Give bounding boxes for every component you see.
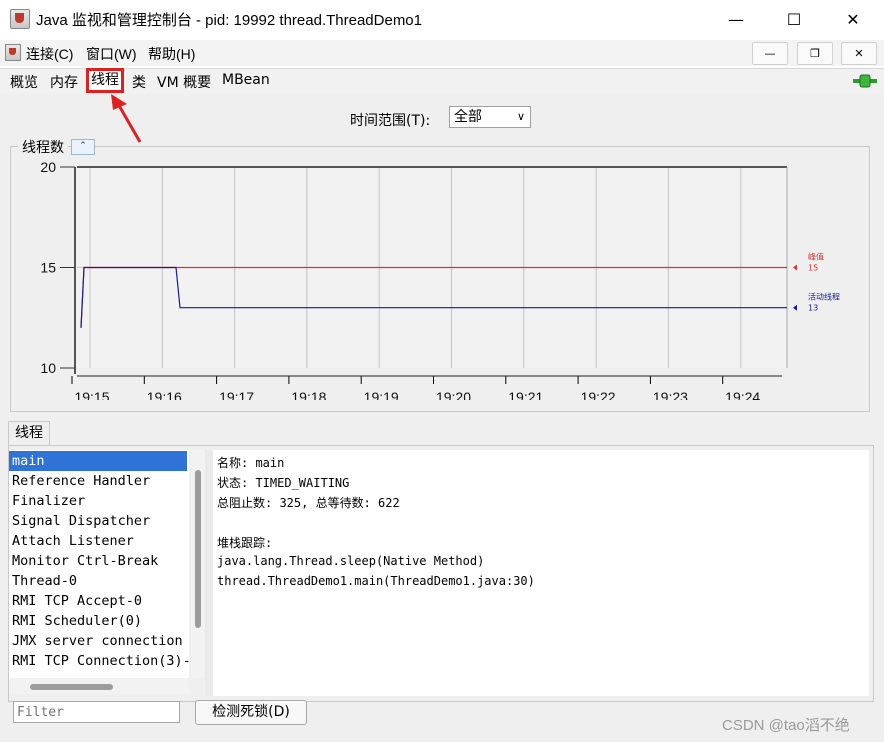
series-name: 峰值	[808, 252, 824, 262]
thread-list-item[interactable]: Signal Dispatcher	[9, 511, 187, 531]
inner-restore-button[interactable]: ❐	[797, 42, 833, 65]
connection-icon	[853, 74, 877, 88]
java-app-icon	[10, 9, 30, 29]
filter-input[interactable]	[13, 701, 180, 723]
x-tick-label: 19:18	[291, 389, 326, 400]
tab-vm-summary[interactable]: VM 概要	[157, 72, 211, 92]
thread-list-item[interactable]: Attach Listener	[9, 531, 187, 551]
stack-frame: thread.ThreadDemo1.main(ThreadDemo1.java…	[217, 574, 535, 588]
x-tick-label: 19:17	[219, 389, 254, 400]
thread-list-item[interactable]: RMI TCP Accept-0	[9, 591, 187, 611]
window-title: Java 监视和管理控制台 - pid: 19992 thread.Thread…	[36, 12, 422, 29]
tab-memory[interactable]: 内存	[50, 72, 78, 92]
minimize-button[interactable]: —	[707, 0, 765, 38]
thread-list-item[interactable]: Reference Handler	[9, 471, 187, 491]
x-tick-label: 19:21	[508, 389, 543, 400]
time-range-label: 时间范围(T):	[350, 113, 431, 129]
thread-list[interactable]: main Reference Handler Finalizer Signal Dis…	[9, 450, 189, 678]
series-marker	[793, 304, 797, 311]
tab-classes[interactable]: 类	[132, 72, 146, 92]
x-tick-label: 19:15	[74, 389, 109, 400]
thread-list-vscroll-thumb[interactable]	[195, 470, 201, 628]
y-tick-label: 20	[40, 159, 56, 175]
series-marker	[793, 264, 797, 271]
y-tick-label: 15	[40, 260, 56, 276]
thread-list-item[interactable]: main	[9, 451, 187, 471]
thread-counts: 总阻止数: 325, 总等待数: 622	[217, 496, 400, 510]
time-range-select[interactable]: 全部 ∨	[449, 106, 531, 128]
split-pane-divider[interactable]	[205, 450, 213, 696]
thread-list-item[interactable]: Thread-0	[9, 571, 187, 591]
threads-subtab[interactable]: 线程	[8, 421, 50, 446]
chevron-down-icon: ∨	[516, 110, 525, 123]
thread-detail-panel: 名称: main 状态: TIMED_WAITING 总阻止数: 325, 总等…	[213, 450, 869, 696]
thread-list-item[interactable]: RMI TCP Connection(3)-	[9, 651, 189, 671]
x-tick-label: 19:24	[725, 389, 760, 400]
thread-list-item[interactable]: Monitor Ctrl-Break	[9, 551, 187, 571]
thread-list-item[interactable]: RMI Scheduler(0)	[9, 611, 187, 631]
thread-count-chart: 19:15 19:16 19:17 19:18 19:19 19:20 19:21 19:22…	[40, 159, 840, 400]
menu-connect[interactable]: 连接(C)	[26, 44, 73, 64]
java-menu-icon[interactable]	[5, 44, 21, 61]
stack-trace-label: 堆栈跟踪:	[217, 536, 273, 550]
inner-minimize-button[interactable]: —	[752, 42, 788, 65]
detect-deadlock-button[interactable]: 检测死锁(D)	[195, 700, 307, 725]
thread-list-item[interactable]: Finalizer	[9, 491, 187, 511]
thread-state: 状态: TIMED_WAITING	[217, 476, 350, 490]
thread-name: 名称: main	[217, 456, 285, 470]
x-tick-label: 19:20	[436, 389, 471, 400]
tab-threads[interactable]: 线程	[86, 68, 124, 93]
series-value: 13	[808, 304, 818, 313]
x-tick-label: 19:23	[653, 389, 688, 400]
tab-mbean[interactable]: MBean	[222, 72, 270, 88]
series-name: 活动线程	[808, 292, 840, 302]
thread-list-hscroll-thumb[interactable]	[30, 684, 113, 690]
menu-help[interactable]: 帮助(H)	[148, 44, 195, 64]
maximize-button[interactable]: ☐	[765, 0, 823, 38]
x-tick-label: 19:22	[581, 389, 616, 400]
watermark: CSDN @tao滔不绝	[722, 717, 850, 734]
tab-overview[interactable]: 概览	[10, 72, 38, 92]
x-tick-label: 19:19	[364, 389, 399, 400]
time-range-value: 全部	[454, 109, 482, 125]
inner-close-button[interactable]: ✕	[841, 42, 877, 65]
thread-list-item[interactable]: JMX server connection	[9, 631, 187, 651]
y-tick-label: 10	[40, 360, 56, 376]
x-tick-label: 19:16	[147, 389, 182, 400]
menu-window[interactable]: 窗口(W)	[86, 44, 137, 64]
annotation-arrow	[111, 94, 142, 143]
close-button[interactable]: ✕	[824, 0, 882, 38]
series-value: 15	[808, 264, 818, 273]
stack-frame: java.lang.Thread.sleep(Native Method)	[217, 554, 485, 568]
